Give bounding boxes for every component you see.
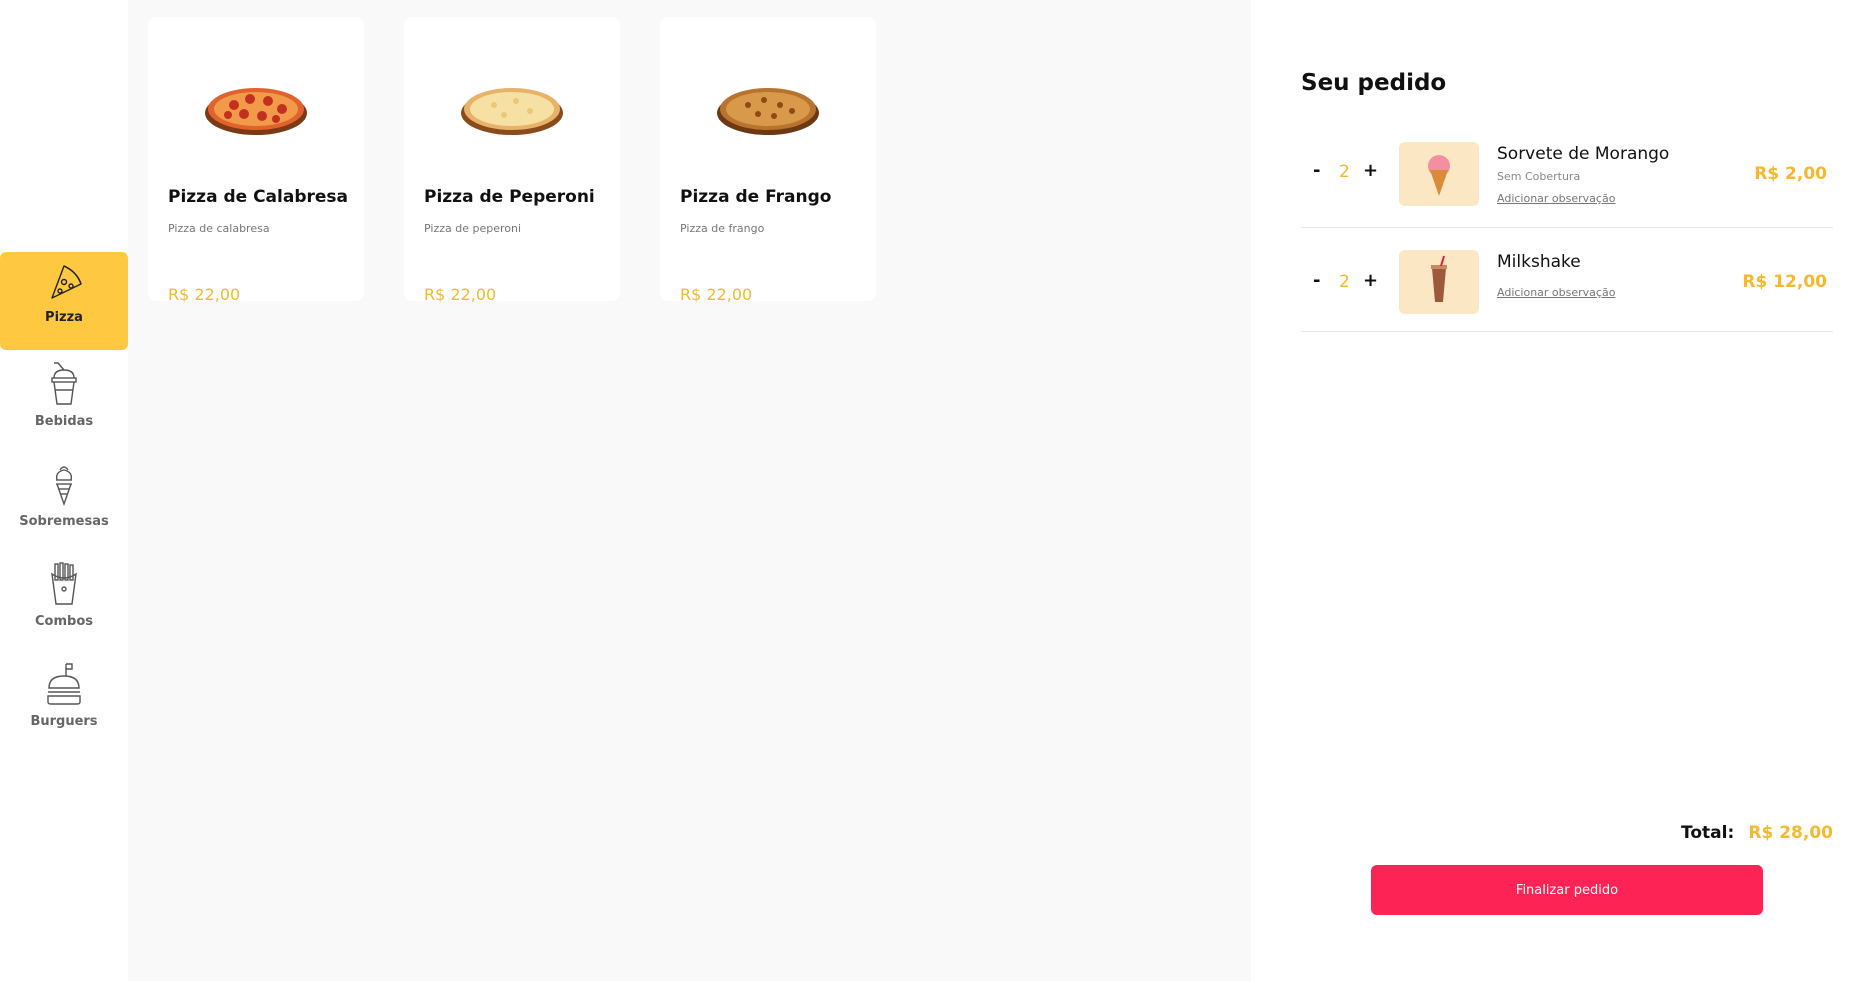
increase-quantity-button[interactable]: + — [1363, 160, 1378, 181]
chicken-pizza-image — [717, 88, 819, 135]
sidebar-item-label: Sobremesas — [19, 514, 109, 529]
sidebar-item-bebidas[interactable]: Bebidas — [0, 352, 128, 450]
item-name: Milkshake — [1497, 252, 1581, 272]
product-price: R$ 22,00 — [168, 285, 241, 304]
strawberry-ice-cream-image — [1428, 155, 1450, 196]
product-name: Pizza de Frango — [680, 187, 832, 207]
add-observation-link[interactable]: Adicionar observação — [1497, 286, 1615, 299]
product-description: Pizza de frango — [680, 222, 765, 235]
item-subtitle: Sem Cobertura — [1497, 170, 1581, 183]
product-card[interactable]: Pizza de Peperoni Pizza de peperoni R$ 2… — [404, 17, 620, 304]
total-value: R$ 28,00 — [1748, 823, 1833, 843]
category-sidebar: Pizza Bebidas Sobremesas Combos Burguers — [0, 0, 128, 981]
pizza-slice-icon — [51, 265, 82, 299]
sidebar-item-combos[interactable]: Combos — [0, 552, 128, 650]
order-title: Seu pedido — [1301, 70, 1447, 96]
product-name: Pizza de Peperoni — [424, 187, 595, 207]
sidebar-item-sobremesas[interactable]: Sobremesas — [0, 452, 128, 550]
pepperoni-pizza-image — [205, 88, 307, 135]
fries-icon — [51, 562, 77, 605]
finish-order-button[interactable]: Finalizar pedido — [1371, 865, 1763, 915]
item-price: R$ 2,00 — [1754, 164, 1827, 184]
product-price: R$ 22,00 — [680, 285, 753, 304]
drink-cup-icon — [51, 362, 77, 405]
add-observation-link[interactable]: Adicionar observação — [1497, 192, 1615, 205]
item-thumbnail — [1399, 250, 1479, 314]
sidebar-item-pizza[interactable]: Pizza — [0, 252, 128, 350]
burger-icon — [47, 663, 81, 705]
increase-quantity-button[interactable]: + — [1363, 270, 1378, 291]
product-card[interactable]: Pizza de Calabresa Pizza de calabresa R$… — [148, 17, 364, 304]
product-grid: Pizza de Calabresa Pizza de calabresa R$… — [128, 0, 1251, 981]
order-item: - 2 + Sorvete de Morango Sem Cobertura A… — [1301, 130, 1833, 228]
item-name: Sorvete de Morango — [1497, 144, 1670, 164]
decrease-quantity-button[interactable]: - — [1313, 160, 1320, 181]
sidebar-item-label: Bebidas — [34, 414, 94, 429]
product-card[interactable]: Pizza de Frango Pizza de frango R$ 22,00 — [660, 17, 876, 304]
quantity-value: 2 — [1339, 162, 1350, 182]
sidebar-item-label: Combos — [35, 614, 93, 629]
product-description: Pizza de peperoni — [424, 222, 522, 235]
product-name: Pizza de Calabresa — [168, 187, 349, 207]
item-price: R$ 12,00 — [1742, 272, 1827, 292]
total-label: Total: — [1681, 823, 1735, 843]
milkshake-image — [1431, 255, 1447, 302]
product-description: Pizza de calabresa — [168, 222, 270, 235]
sidebar-item-burguers[interactable]: Burguers — [0, 652, 128, 750]
decrease-quantity-button[interactable]: - — [1313, 270, 1320, 291]
product-price: R$ 22,00 — [424, 285, 497, 304]
sidebar-item-label: Burguers — [30, 714, 98, 729]
quantity-value: 2 — [1339, 272, 1350, 292]
order-panel: Seu pedido - 2 + Sorvete de Morango Sem … — [1251, 0, 1873, 981]
item-thumbnail — [1399, 142, 1479, 206]
cheese-pizza-image — [461, 88, 563, 135]
ice-cream-icon — [55, 466, 73, 506]
order-item: - 2 + Milkshake Adicionar observação R$ … — [1301, 228, 1833, 332]
sidebar-item-label: Pizza — [45, 310, 83, 325]
